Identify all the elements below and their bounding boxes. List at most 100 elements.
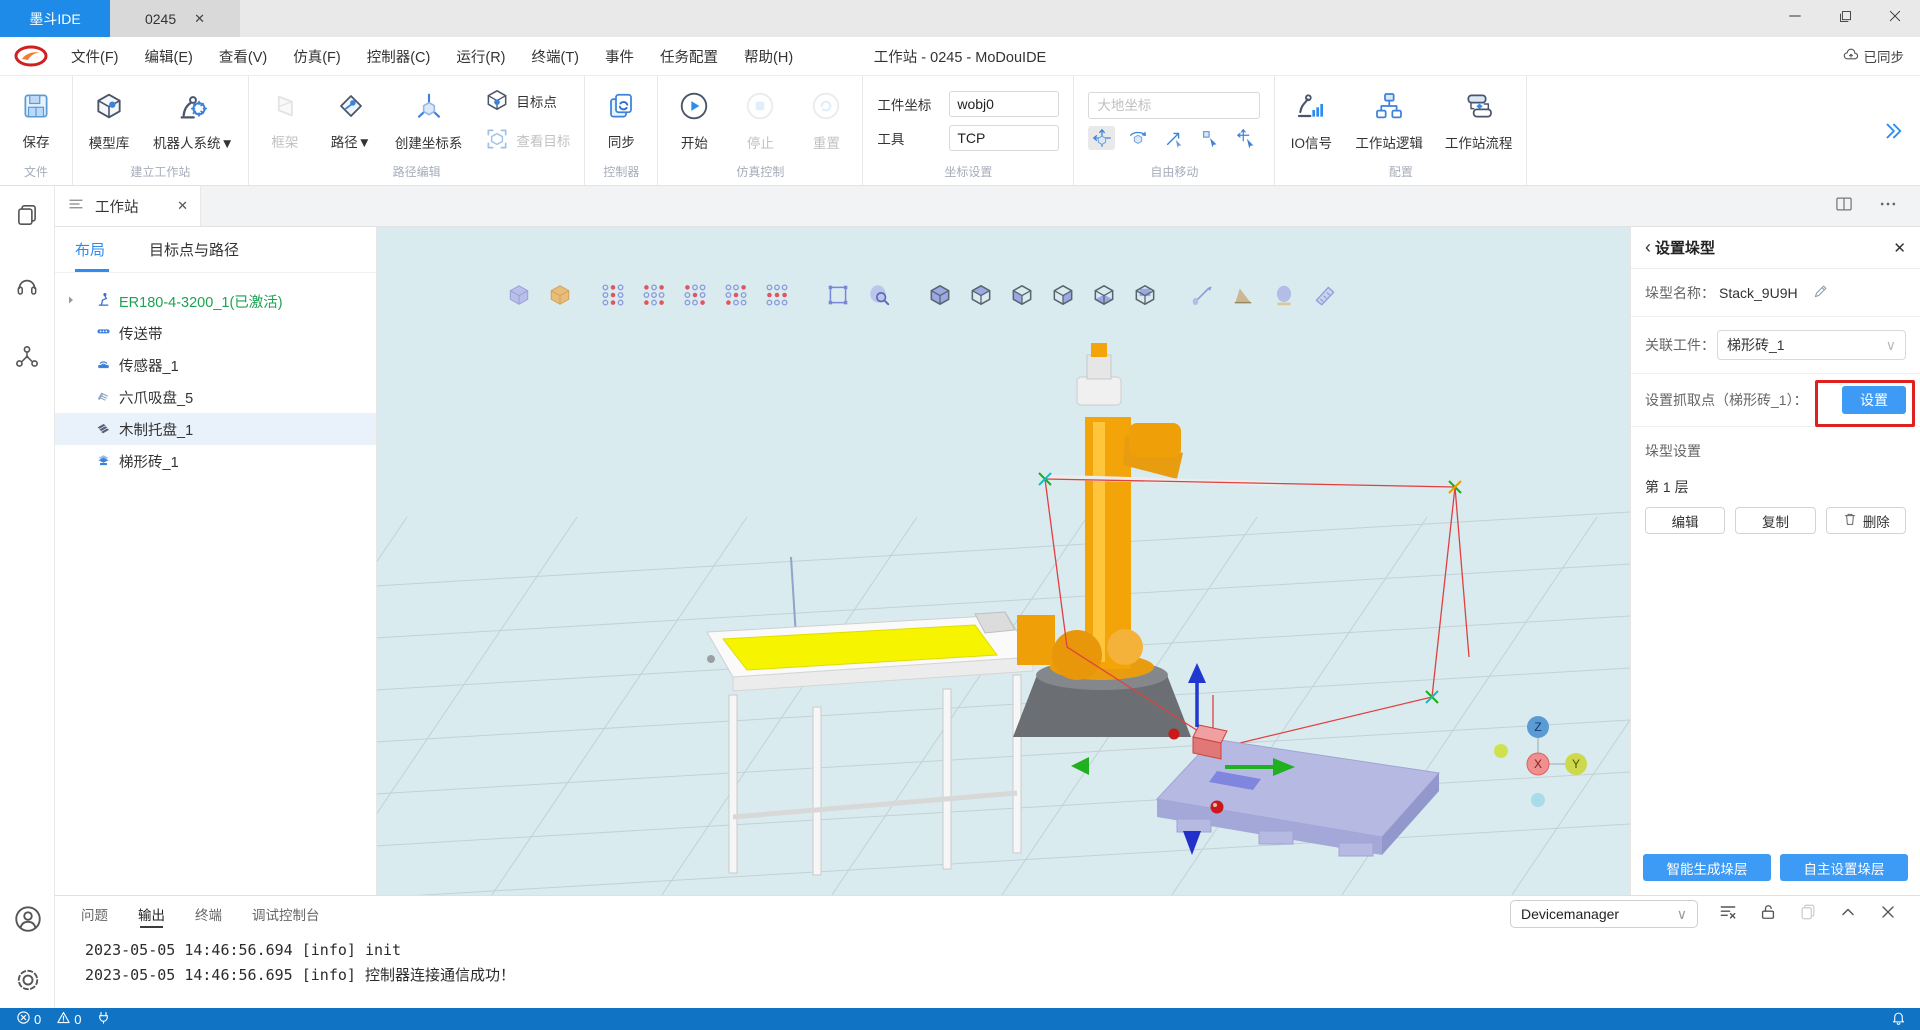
toolbar-button-coord[interactable]: 创建坐标系 (395, 90, 463, 152)
toolbar-button-label: 创建坐标系 (395, 132, 463, 152)
set-grab-point-button[interactable]: 设置 (1842, 386, 1906, 414)
errors-indicator[interactable]: 0 (16, 1010, 41, 1028)
menu-item-0[interactable]: 文件(F) (58, 37, 132, 75)
window-maximize-button[interactable] (1820, 0, 1870, 37)
model-lib-icon (93, 90, 125, 127)
toolbar-button-label: 机器人系统▼ (153, 132, 234, 152)
notifications-indicator[interactable] (1891, 1010, 1906, 1028)
sync-status-label: 已同步 (1864, 46, 1905, 66)
toolbar-button-target[interactable]: 目标点 (484, 87, 570, 116)
menu-item-2[interactable]: 查看(V) (206, 37, 280, 75)
connection-indicator[interactable] (96, 1010, 111, 1028)
cloud-sync-icon (1842, 46, 1860, 67)
menu-item-5[interactable]: 运行(R) (443, 37, 518, 75)
app-tab[interactable]: 墨斗IDE (0, 0, 110, 37)
sync-status[interactable]: 已同步 (1842, 46, 1905, 67)
console-tab-0[interactable]: 问题 (81, 896, 108, 932)
toolbar-button-stop[interactable]: 停止 (738, 90, 782, 152)
smart-generate-layers-button[interactable]: 智能生成垛层 (1643, 854, 1771, 881)
console-tab-3[interactable]: 调试控制台 (252, 896, 320, 932)
move-translate-button[interactable] (1088, 126, 1115, 150)
save-icon (21, 91, 51, 126)
toolbar-button-label: 工作站逻辑 (1355, 132, 1423, 152)
toolbar-button-robot-sys[interactable]: 机器人系统▼ (153, 90, 234, 152)
toolbar-button-path[interactable]: 路径▼ (329, 91, 373, 151)
toolbar-button-view-target[interactable]: 查看目标 (484, 126, 570, 155)
toolbar-button-save[interactable]: 保存 (14, 91, 58, 151)
document-tab[interactable]: 0245 ✕ (110, 0, 240, 37)
menu-item-7[interactable]: 事件 (592, 37, 647, 75)
toolbar-button-frame[interactable]: 框架 (263, 91, 307, 151)
menu-item-4[interactable]: 控制器(C) (354, 37, 444, 75)
tree-item-label: 木制托盘_1 (119, 419, 193, 440)
document-tab-close-icon[interactable]: ✕ (194, 11, 205, 27)
more-options-icon[interactable] (1878, 194, 1898, 219)
back-chevron-icon[interactable]: ‹ (1645, 237, 1651, 258)
tree-item-label: 传感器_1 (119, 355, 179, 376)
menu-item-8[interactable]: 任务配置 (647, 37, 731, 75)
toolbar-button-label: 框架 (271, 131, 298, 151)
copy-layer-button[interactable]: 复制 (1735, 507, 1815, 534)
toolbar-button-sync[interactable]: 同步 (599, 91, 643, 151)
settings-icon[interactable] (13, 965, 43, 1000)
edit-layer-button[interactable]: 编辑 (1645, 507, 1725, 534)
toolbar-group-label: 配置 (1289, 159, 1512, 183)
maximize-panel-icon[interactable] (1838, 902, 1858, 927)
explorer-tab-1[interactable]: 目标点与路径 (149, 227, 239, 272)
menu-item-9[interactable]: 帮助(H) (731, 37, 806, 75)
warnings-indicator[interactable]: 0 (56, 1010, 81, 1028)
move-scale-button[interactable] (1160, 126, 1187, 150)
window-minimize-button[interactable] (1770, 0, 1820, 37)
workstation-tab-close-icon[interactable]: ✕ (177, 198, 188, 214)
menu-item-3[interactable]: 仿真(F) (280, 37, 354, 75)
workpiece-coord-input[interactable] (949, 91, 1059, 117)
toolbar-button-play[interactable]: 开始 (672, 90, 716, 152)
3d-viewport[interactable]: Z Y X (377, 227, 1630, 895)
network-nodes-icon[interactable] (14, 344, 40, 375)
support-icon[interactable] (14, 273, 40, 304)
tree-item-4[interactable]: 木制托盘_1 (55, 413, 376, 445)
projects-icon[interactable] (14, 202, 40, 233)
toolbar-button-io[interactable]: IO信号 (1289, 90, 1333, 152)
toolbar-expand-button[interactable] (1882, 76, 1920, 185)
explorer-tab-0[interactable]: 布局 (75, 227, 105, 272)
menu-item-1[interactable]: 编辑(E) (132, 37, 206, 75)
document-tabstrip: 工作站 ✕ (55, 186, 1920, 227)
user-account-icon[interactable] (13, 904, 43, 939)
world-coord-input[interactable] (1088, 92, 1260, 119)
workpiece-label: 关联工件： (1645, 335, 1715, 355)
move-free-button[interactable] (1232, 126, 1259, 150)
clear-output-icon[interactable] (1718, 902, 1738, 927)
toolbar-button-model-lib[interactable]: 模型库 (87, 90, 131, 152)
toolbar-button-reset[interactable]: 重置 (804, 90, 848, 152)
tree-item-1[interactable]: 传送带 (55, 317, 376, 349)
manual-set-layers-button[interactable]: 自主设置垛层 (1780, 854, 1908, 881)
toolbar-button-flow[interactable]: 工作站流程 (1445, 90, 1513, 152)
workstation-tab[interactable]: 工作站 ✕ (55, 186, 201, 226)
edit-name-icon[interactable] (1812, 282, 1830, 303)
tool-input[interactable] (949, 125, 1059, 151)
split-view-icon[interactable] (1834, 194, 1854, 219)
tree-item-0[interactable]: ER180-4-3200_1(已激活) (55, 285, 376, 317)
move-rotate-button[interactable] (1124, 126, 1151, 150)
lock-scroll-icon[interactable] (1758, 902, 1778, 927)
flow-icon (1463, 90, 1495, 127)
tree-item-2[interactable]: 传感器_1 (55, 349, 376, 381)
output-channel-select[interactable]: Devicemanager ∨ (1510, 900, 1698, 928)
menu-item-6[interactable]: 终端(T) (519, 37, 593, 75)
expand-caret-icon[interactable] (65, 294, 77, 310)
tree-item-5[interactable]: 梯形砖_1 (55, 445, 376, 477)
copy-output-icon[interactable] (1798, 902, 1818, 927)
delete-layer-button[interactable]: 删除 (1826, 507, 1906, 534)
tree-item-3[interactable]: 六爪吸盘_5 (55, 381, 376, 413)
move-snap-button[interactable] (1196, 126, 1223, 150)
workpiece-select[interactable]: 梯形砖_1 ∨ (1717, 330, 1906, 360)
panel-close-icon[interactable]: ✕ (1893, 239, 1906, 257)
window-close-button[interactable] (1870, 0, 1920, 37)
toolbar-button-logic[interactable]: 工作站逻辑 (1355, 90, 1423, 152)
play-icon (678, 90, 710, 127)
console-tab-1[interactable]: 输出 (138, 896, 165, 932)
close-panel-icon[interactable] (1878, 902, 1898, 927)
console-tab-2[interactable]: 终端 (195, 896, 222, 932)
t-pallet-icon (95, 419, 112, 440)
